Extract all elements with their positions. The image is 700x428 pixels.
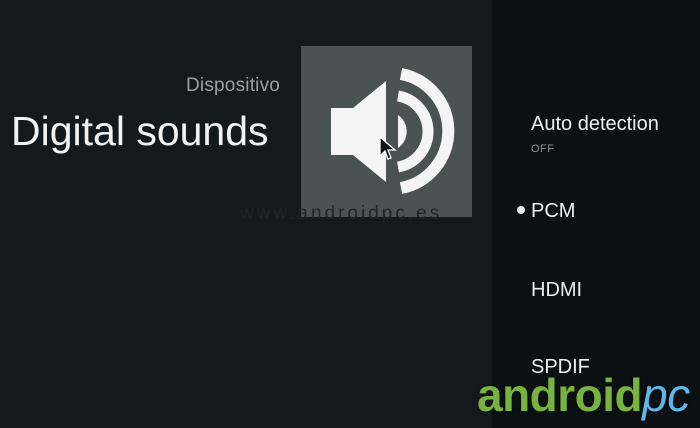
options-pane <box>492 0 700 428</box>
mouse-pointer-icon <box>379 135 397 167</box>
logo-text-accent: pc <box>642 369 690 421</box>
breadcrumb: Dispositivo <box>186 75 281 96</box>
page-title: Digital sounds <box>11 108 269 154</box>
watermark-text: www.androidpc.es <box>240 203 443 224</box>
androidpc-logo: androidpc <box>477 368 690 422</box>
option-pcm[interactable]: PCM <box>531 200 575 223</box>
option-hdmi[interactable]: HDMI <box>531 279 582 302</box>
option-auto-detection-status: OFF <box>531 143 555 155</box>
selected-indicator-dot <box>517 206 525 214</box>
speaker-volume-icon <box>301 46 472 217</box>
logo-text-main: android <box>477 369 643 421</box>
option-auto-detection[interactable]: Auto detection <box>531 113 659 136</box>
